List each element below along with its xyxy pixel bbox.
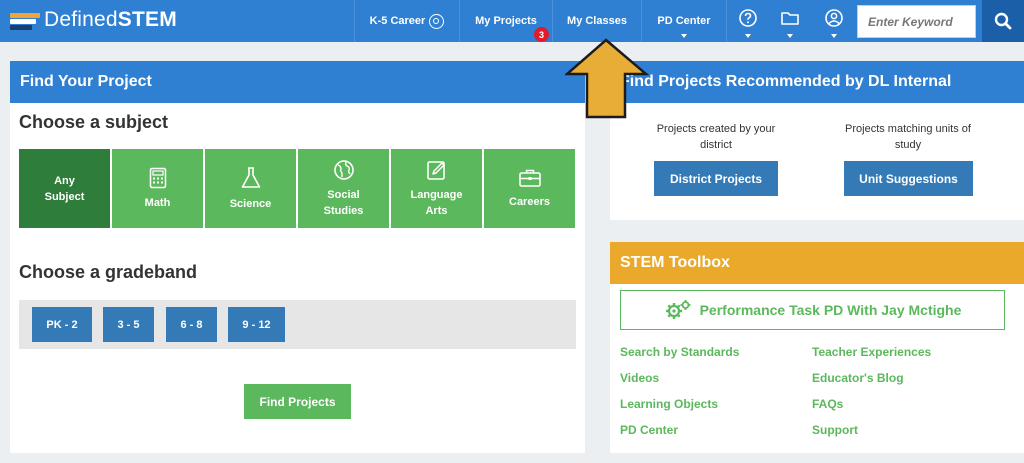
nav-my-classes-label: My Classes — [567, 15, 627, 27]
pencil-square-icon — [426, 160, 445, 180]
recommended-title: Find Projects Recommended by DL Internal — [620, 73, 952, 90]
district-projects-button[interactable]: District Projects — [654, 161, 778, 196]
link-support[interactable]: Support — [812, 423, 858, 437]
subject-label: Arts — [425, 204, 448, 217]
gradeband-6-8[interactable]: 6 - 8 — [166, 307, 217, 342]
nav-k5-career-label: K-5 Career — [369, 15, 426, 27]
subject-label: Math — [144, 196, 171, 209]
link-teacher-experiences[interactable]: Teacher Experiences — [812, 345, 931, 359]
search-button[interactable] — [982, 0, 1024, 42]
choose-subject-heading: Choose a subject — [19, 112, 169, 132]
logo-text-light: Defined — [44, 8, 118, 31]
folder-icon — [780, 12, 799, 25]
nav-my-projects-label: My Projects — [475, 15, 537, 27]
units-description: Projects matching units of study — [845, 123, 971, 151]
subject-science[interactable]: Science — [205, 149, 296, 228]
unit-suggestions-button[interactable]: Unit Suggestions — [844, 161, 973, 196]
subject-careers[interactable]: Careers — [484, 149, 575, 228]
chevron-down-icon — [681, 34, 687, 38]
search-input[interactable] — [857, 5, 976, 38]
subject-label: Studies — [323, 204, 364, 217]
calculator-icon — [149, 167, 166, 188]
link-videos[interactable]: Videos — [620, 371, 659, 385]
target-icon — [429, 13, 445, 29]
search-icon — [994, 12, 1012, 30]
nav-help[interactable] — [726, 0, 768, 42]
subject-language-arts[interactable]: Language Arts — [391, 149, 482, 228]
find-projects-button[interactable]: Find Projects — [244, 384, 351, 419]
gradeband-3-5[interactable]: 3 - 5 — [103, 307, 154, 342]
find-project-title: Find Your Project — [20, 73, 152, 90]
subject-selector: Any Subject Math Science Social Studies … — [19, 149, 575, 228]
performance-task-pd-button[interactable]: Performance Task PD With Jay Mctighe — [620, 290, 1005, 330]
chevron-down-icon — [744, 34, 751, 38]
link-faqs[interactable]: FAQs — [812, 397, 843, 411]
nav-folder[interactable] — [768, 0, 811, 42]
subject-label: Careers — [509, 195, 550, 208]
subject-label: Language — [410, 188, 463, 201]
nav-pd-center-label: PD Center — [657, 15, 711, 27]
link-educators-blog[interactable]: Educator's Blog — [812, 371, 904, 385]
top-navbar: DefinedSTEM K-5 Career My Projects 3 My … — [0, 0, 1024, 42]
logo[interactable]: DefinedSTEM — [10, 6, 177, 34]
subject-social-studies[interactable]: Social Studies — [298, 149, 389, 228]
district-description: Projects created by your district — [656, 123, 776, 151]
subject-any[interactable]: Any Subject — [19, 149, 110, 228]
gradeband-9-12[interactable]: 9 - 12 — [228, 307, 285, 342]
nav-my-classes[interactable]: My Classes — [552, 0, 641, 42]
link-search-by-standards[interactable]: Search by Standards — [620, 345, 739, 359]
highlight-arrow-icon — [565, 38, 649, 119]
performance-task-label: Performance Task PD With Jay Mctighe — [699, 302, 962, 318]
link-pd-center[interactable]: PD Center — [620, 423, 678, 437]
chevron-down-icon — [786, 34, 793, 38]
link-learning-objects[interactable]: Learning Objects — [620, 397, 718, 411]
subject-label: Science — [229, 197, 272, 210]
nav-pd-center[interactable]: PD Center — [641, 0, 726, 42]
nav-my-projects[interactable]: My Projects 3 — [459, 0, 552, 42]
gears-icon — [665, 300, 691, 319]
toolbox-title: STEM Toolbox — [620, 254, 730, 271]
subject-label: Any — [54, 174, 75, 187]
subject-label: Subject — [44, 190, 85, 203]
nav-k5-career[interactable]: K-5 Career — [354, 0, 459, 42]
logo-text-bold: STEM — [117, 8, 177, 31]
subject-math[interactable]: Math — [112, 149, 203, 228]
choose-gradeband-heading: Choose a gradeband — [19, 262, 198, 282]
chevron-down-icon — [830, 34, 837, 38]
projects-count-badge: 3 — [534, 27, 549, 42]
globe-icon — [333, 159, 354, 180]
gradeband-pk-2[interactable]: PK - 2 — [32, 307, 92, 342]
help-icon — [738, 9, 757, 27]
logo-mark-icon — [10, 10, 42, 30]
briefcase-icon — [518, 169, 541, 187]
flask-icon — [241, 166, 260, 188]
user-account-icon — [824, 9, 843, 27]
subject-label: Social — [327, 188, 360, 201]
nav-account[interactable] — [811, 0, 856, 42]
